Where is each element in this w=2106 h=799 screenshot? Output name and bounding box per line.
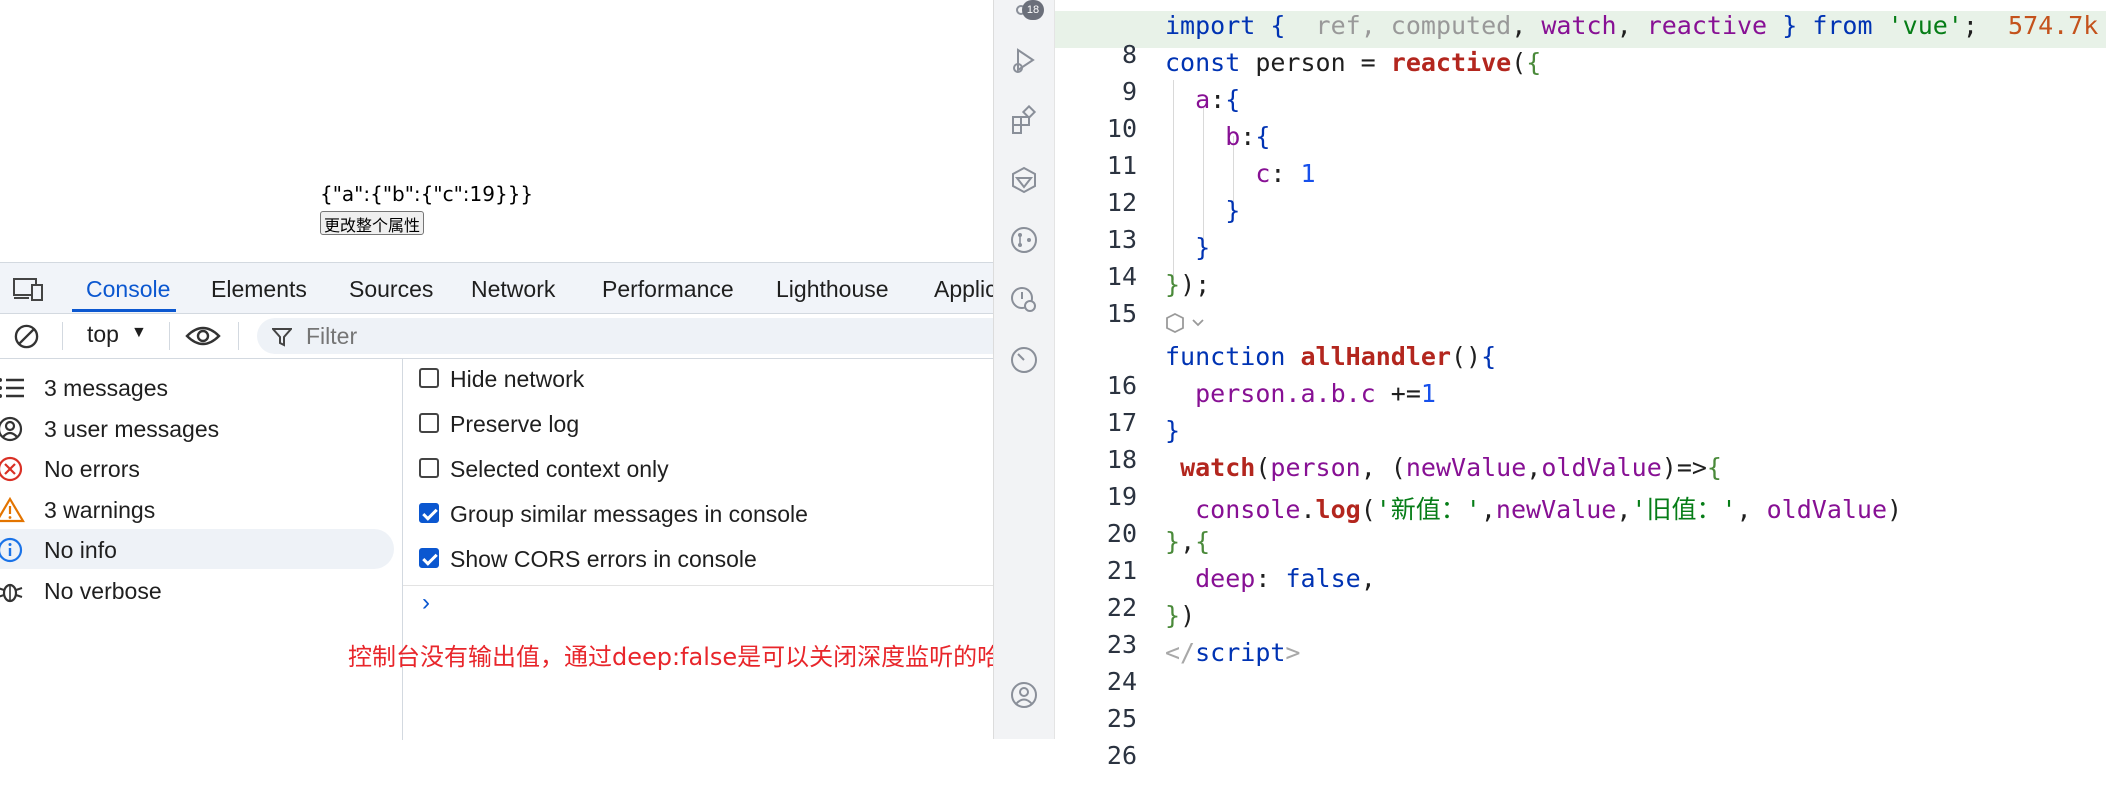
toolbar-separator [238,322,239,350]
error-icon [0,456,23,482]
sidebar-item-verbose[interactable]: No verbose [0,570,394,610]
json-output: {"a":{"b":{"c":19}}} [320,182,534,206]
sidebar-item-label: No info [44,537,117,563]
preserve-log-checkbox[interactable] [419,413,439,433]
account-icon[interactable] [1009,680,1039,710]
sidebar-item-label: No verbose [44,578,162,604]
list-icon [0,378,24,398]
user-icon [0,416,23,442]
git-graph-icon[interactable] [1009,225,1039,255]
code-line: 18 } [1055,416,2106,474]
code-line: 20 console.log('新值：',newValue,'旧值：', old… [1055,490,2106,548]
browser-page: {"a":{"b":{"c":19}}} 更改整个属性 [0,0,993,262]
tab-performance[interactable]: Performance [602,276,734,303]
extensions-icon[interactable] [1009,105,1039,135]
bug-icon [0,583,23,603]
filter-input[interactable] [304,320,908,352]
dropdown-caret-icon[interactable]: ▼ [131,324,147,342]
line-number: 26 [1106,741,1137,770]
filter-icon [272,328,292,347]
info-icon [0,537,23,563]
change-property-button[interactable]: 更改整个属性 [320,211,424,235]
code-line: 10 a:{ [1055,85,2106,143]
toolbar-separator [62,322,63,350]
console-toolbar: top ▼ [0,314,993,359]
hide-network-checkbox[interactable] [419,368,439,388]
setting-label: Show CORS errors in console [450,546,757,572]
code-line: 26 [1055,712,2106,770]
code-line: 21 },{ [1055,527,2106,585]
remote-explorer-icon[interactable] [1009,165,1039,195]
code-line: 17 person.a.b.c +=1 [1055,379,2106,437]
sidebar-item-messages[interactable]: 3 messages [0,367,394,407]
sidebar-item-info[interactable]: No info [0,529,394,569]
annotation-note: 控制台没有输出值，通过deep:false是可以关闭深度监听的哈 [348,643,1002,671]
devtools-tabbar: Console Elements Sources Network Perform… [0,263,997,314]
code-line: 9 const person = reactive({ [1055,48,2106,106]
tab-lighthouse[interactable]: Lighthouse [776,276,889,303]
clear-console-icon[interactable] [13,323,40,350]
tab-network[interactable]: Network [471,276,555,303]
code-line: 23 }) [1055,601,2106,659]
timeline-icon[interactable] [1009,345,1039,375]
sidebar-item-label: No errors [44,456,140,482]
toolbar-separator [169,322,170,350]
line-number: 15 [1106,299,1137,328]
codelens-icon[interactable] [1165,312,1209,334]
console-prompt-icon[interactable]: › [422,589,430,617]
eye-icon[interactable] [185,324,221,348]
code-line: 8 import { ref, computed, watch, reactiv… [1055,11,2106,69]
sidebar-item-user-messages[interactable]: 3 user messages [0,408,394,448]
code-line: 15 }); [1055,270,2106,328]
code-line: 25 [1055,675,2106,733]
code-line: 12 c: 1 [1055,159,2106,217]
run-debug-icon[interactable] [1009,45,1039,75]
code-line: 16 function allHandler(){ [1055,342,2106,400]
context-selector[interactable]: top [87,321,119,348]
sidebar-item-label: 3 warnings [44,497,156,523]
setting-label: Group similar messages in console [450,501,808,527]
code-line: 11 b:{ [1055,122,2106,180]
tab-elements[interactable]: Elements [211,276,307,303]
code-line: 22 deep: false, [1055,564,2106,622]
console-settings: Hide network Preserve log Selected conte… [403,359,993,586]
sidebar-item-warnings[interactable]: 3 warnings [0,489,394,529]
active-tab-indicator [72,309,176,312]
tab-application[interactable]: Applic [934,276,997,303]
setting-label: Preserve log [450,411,580,437]
import-size-hint: 574.7k [2008,11,2099,40]
ide-window: 18 8 import {ref, computed, watch, reac… [993,0,2106,770]
code-line: 14 } [1055,233,2106,291]
device-toggle-icon[interactable] [13,277,45,301]
setting-label: Selected context only [450,456,669,482]
code-editor[interactable]: 8 import { ref, computed, watch, reactiv… [1055,0,2106,770]
selected-context-checkbox[interactable] [419,458,439,478]
code-line: 24 </script> [1055,638,2106,696]
setting-label: Hide network [450,366,585,392]
sidebar-item-label: 3 messages [44,375,169,401]
tab-console[interactable]: Console [86,276,170,303]
code-line: 13 } [1055,196,2106,254]
activity-bar: 18 [994,0,1055,739]
sidebar-item-label: 3 user messages [44,416,220,442]
notification-badge: 18 [1022,0,1044,20]
sidebar-item-errors[interactable]: No errors [0,448,394,488]
console-sidebar: 3 messages 3 user messages No errors 3 w… [0,359,403,740]
group-similar-checkbox[interactable] [419,503,439,523]
warning-icon [0,497,25,523]
code-line: 19 watch(person, (newValue,oldValue)=>{ [1055,453,2106,511]
show-cors-checkbox[interactable] [419,548,439,568]
tab-sources[interactable]: Sources [349,276,433,303]
git-history-icon[interactable] [1009,285,1039,315]
